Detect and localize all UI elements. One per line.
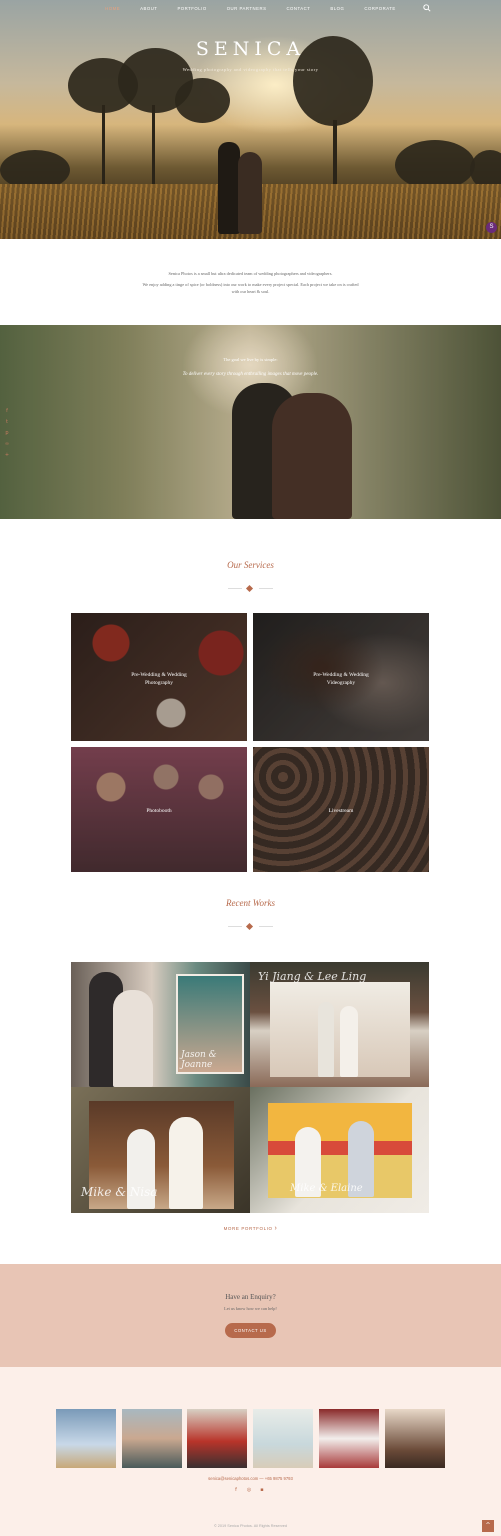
link-icon[interactable]: ∞ — [4, 441, 10, 447]
service-label: Pre-Wedding & Wedding Videography — [253, 672, 429, 687]
tree-trunk — [102, 105, 105, 185]
chat-icon[interactable]: S — [486, 222, 497, 233]
mission-banner: The goal we live by is simple: To delive… — [0, 325, 501, 519]
groom-figure — [318, 1002, 334, 1077]
service-label: Photobooth — [146, 808, 172, 814]
nav-about[interactable]: ABOUT — [130, 0, 167, 16]
service-card-photography[interactable]: Pre-Wedding & Wedding Photography — [71, 613, 247, 741]
service-label-line2: Photography — [144, 679, 174, 686]
mission-heading: The goal we live by is simple: — [223, 357, 278, 362]
work-mike-nisa[interactable]: Mike & Nisa — [71, 1087, 250, 1213]
couple-script: Jason & Joanne — [181, 1050, 217, 1070]
divider-diamond — [245, 584, 254, 593]
nav-our-partners[interactable]: OUR PARTNERS — [217, 0, 277, 16]
chat-icon[interactable]: ▪ — [259, 1487, 265, 1493]
service-label-line1: Pre-Wedding & Wedding — [313, 672, 369, 678]
arrow-up-icon[interactable]: ^ — [482, 1520, 494, 1532]
facebook-icon[interactable]: f — [4, 408, 10, 414]
service-card-photobooth[interactable]: Photobooth — [71, 747, 247, 872]
work-yi-jiang-lee-ling[interactable]: Yi Jiang & Lee Ling — [250, 962, 429, 1087]
service-label-line2: Videography — [326, 679, 356, 686]
enquiry-title: Have an Enquiry? — [225, 1293, 276, 1301]
more-portfolio-link[interactable]: MORE PORTFOLIO › — [0, 1225, 501, 1232]
nav-contact[interactable]: CONTACT — [276, 0, 320, 16]
intro-section: Senica Photos is a small but ultra dedic… — [0, 239, 501, 325]
intro-line-3: with our heart & soul. — [231, 289, 270, 294]
bride-silhouette — [238, 152, 262, 234]
nav-home[interactable]: HOME — [95, 0, 130, 16]
instagram-icon[interactable]: ◎ — [246, 1487, 252, 1493]
contact-us-button[interactable]: CONTACT US — [225, 1323, 276, 1338]
chevron-right-icon: › — [274, 1225, 278, 1232]
site-logo[interactable]: SENICA — [0, 38, 501, 60]
divider-line — [259, 926, 273, 927]
groom-silhouette — [218, 142, 240, 234]
groom-figure — [169, 1117, 203, 1209]
nav-blog[interactable]: BLOG — [320, 0, 354, 16]
works-title: Recent Works — [226, 898, 275, 908]
facebook-icon[interactable]: f — [233, 1487, 239, 1493]
enquiry-section: Have an Enquiry? Let us know how we can … — [0, 1264, 501, 1367]
footer-contact[interactable]: senica@senicaphotos.com — +65 9875 9793 — [0, 1476, 501, 1481]
instagram-post[interactable] — [253, 1409, 313, 1468]
tree — [175, 78, 230, 123]
copyright: © 2019 Senica Photos. All Rights Reserve… — [213, 1524, 288, 1528]
couple-script: Yi Jiang & Lee Ling — [258, 970, 367, 983]
services-title: Our Services — [227, 560, 274, 570]
service-card-livestream[interactable]: Livestream — [253, 747, 429, 872]
service-label: Livestream — [328, 808, 354, 814]
nav-corporate[interactable]: CORPORATE — [354, 0, 405, 16]
mission-quote: To deliver every story through enthralli… — [182, 372, 319, 377]
instagram-post[interactable] — [319, 1409, 379, 1468]
hero-banner: HOME ABOUT PORTFOLIO OUR PARTNERS CONTAC… — [0, 0, 501, 239]
couple-script: Mike & Elaine — [290, 1183, 363, 1194]
footer: senica@senicaphotos.com — +65 9875 9793 … — [0, 1367, 501, 1536]
enquiry-subtitle: Let us know how we can help! — [224, 1306, 277, 1311]
divider-diamond — [245, 922, 254, 931]
instagram-post[interactable] — [385, 1409, 445, 1468]
service-label-line1: Pre-Wedding & Wedding — [131, 672, 187, 678]
bride-figure — [113, 990, 153, 1087]
instagram-post[interactable] — [56, 1409, 116, 1468]
plus-icon[interactable]: + — [4, 452, 10, 458]
intro-line-2: We enjoy adding a tinge of spice (or bol… — [142, 282, 359, 287]
hero-tagline: Wedding photography and videography that… — [182, 67, 319, 72]
tree — [395, 140, 475, 190]
service-label: Pre-Wedding & Wedding Photography — [71, 672, 247, 687]
tree-trunk — [152, 105, 155, 185]
instagram-post[interactable] — [122, 1409, 182, 1468]
more-portfolio-label: MORE PORTFOLIO — [223, 1226, 273, 1231]
banner-overlay — [0, 325, 501, 519]
bride-figure — [340, 1006, 358, 1077]
divider-line — [228, 588, 242, 589]
pinterest-icon[interactable]: p — [4, 430, 10, 436]
intro-line-1: Senica Photos is a small but ultra dedic… — [168, 271, 333, 276]
work-jason-joanne[interactable]: Jason & Joanne — [71, 962, 250, 1087]
search-icon[interactable] — [423, 4, 431, 12]
couple-script: Mike & Nisa — [81, 1185, 158, 1199]
instagram-post[interactable] — [187, 1409, 247, 1468]
divider-line — [228, 926, 242, 927]
nav-portfolio[interactable]: PORTFOLIO — [167, 0, 216, 16]
service-card-videography[interactable]: Pre-Wedding & Wedding Videography — [253, 613, 429, 741]
tree-trunk — [333, 120, 337, 190]
divider-line — [259, 588, 273, 589]
work-mike-elaine[interactable]: Mike & Elaine — [250, 1087, 429, 1213]
twitter-icon[interactable]: t — [4, 419, 10, 425]
